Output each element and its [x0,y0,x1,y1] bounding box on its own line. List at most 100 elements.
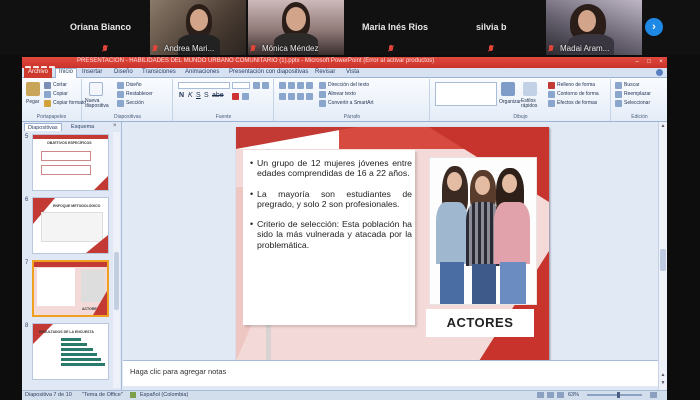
copy-button[interactable]: Copiar [53,91,68,97]
font-color-icon[interactable] [232,93,239,100]
tab-presentacion[interactable]: Presentación con diapositivas [229,69,308,75]
slide-heading: ACTORES [426,309,534,337]
mic-muted-icon [250,45,256,53]
align-left-icon[interactable] [279,93,286,100]
maximize-icon[interactable]: □ [644,58,654,66]
shape-fill-button[interactable]: Relleno de forma [557,82,595,88]
select-button[interactable]: Seleccionar [624,100,650,106]
numbering-icon[interactable] [288,82,295,89]
participant-video-tile[interactable]: Mónica Méndez [248,0,344,55]
reset-icon [117,91,124,98]
actors-photo[interactable] [429,157,537,305]
quick-access-toolbar[interactable] [25,59,65,72]
shape-effects-button[interactable]: Efectos de formas [557,100,597,106]
tab-diapositivas[interactable]: Diapositivas [24,123,62,131]
mic-muted-icon [488,45,494,53]
find-button[interactable]: Buscar [624,82,640,88]
chevron-right-icon[interactable]: › [645,18,663,36]
font-family-select[interactable] [178,82,230,89]
replace-button[interactable]: Reemplazar [624,91,651,97]
participant-tile[interactable]: silvia b [448,0,544,55]
spellcheck-icon[interactable] [130,392,136,398]
shapes-gallery[interactable] [435,82,497,106]
slide-number: 6 [25,197,29,203]
tab-insertar[interactable]: Insertar [82,69,102,75]
editor-scrollbar[interactable]: ▲ ▲ ▼ [658,122,667,390]
slide-sorter-icon[interactable] [547,392,554,398]
font-size-select[interactable] [232,82,250,89]
increase-indent-icon[interactable] [306,82,313,89]
new-slide-icon[interactable] [89,82,103,96]
strikethrough-icon[interactable]: abe [212,92,224,99]
text-direction-icon [319,82,326,89]
shadow-icon[interactable]: S [204,92,209,99]
case-icon[interactable] [242,93,249,100]
justify-icon[interactable] [306,93,313,100]
scroll-up-icon[interactable]: ▲ [660,123,666,129]
zoom-slider[interactable] [587,392,642,398]
decrease-indent-icon[interactable] [297,82,304,89]
format-painter-button[interactable]: Copiar formato [53,100,86,106]
tab-animaciones[interactable]: Animaciones [185,69,219,75]
quick-styles-icon[interactable] [523,82,537,96]
shape-outline-button[interactable]: Contorno de forma [557,91,599,97]
language[interactable]: Español (Colombia) [140,392,188,398]
grow-font-icon[interactable] [253,82,260,89]
tab-archivo[interactable]: Archivo [24,68,53,78]
align-center-icon[interactable] [288,93,295,100]
layout-button[interactable]: Diseño [126,82,142,88]
align-right-icon[interactable] [297,93,304,100]
group-label: Dibujo [513,114,528,120]
slide-canvas[interactable]: Un grupo de 12 mujeres jóvenes entre eda… [236,127,549,361]
participant-tile[interactable]: Oriana Bianco [40,0,148,55]
tab-esquema[interactable]: Esquema [68,123,97,131]
tab-transiciones[interactable]: Transiciones [142,69,176,75]
zoom-level[interactable]: 63% [568,392,579,398]
shrink-font-icon[interactable] [262,82,269,89]
underline-icon[interactable]: S [196,92,201,99]
select-icon [615,100,622,107]
participant-video-tile[interactable]: Andrea Mari... [150,0,246,55]
text-direction-button[interactable]: Dirección del texto [328,82,369,88]
close-icon[interactable]: × [656,58,666,66]
participant-video-tile[interactable]: Madai Aram... [546,0,642,55]
paste-icon[interactable] [26,82,40,96]
notes-pane[interactable]: Haga clic para agregar notas [123,360,658,386]
align-text-button[interactable]: Alinear texto [328,91,356,97]
normal-view-icon[interactable] [537,392,544,398]
paste-button[interactable]: Pegar [26,99,39,105]
close-icon[interactable]: × [113,123,117,129]
quick-styles-button[interactable]: Estilos rápidos [521,99,543,109]
help-icon[interactable] [656,69,663,76]
arrange-button[interactable]: Organizar [499,99,521,105]
thumbnail-preview: ACTORES [32,260,109,317]
reading-view-icon[interactable] [557,392,564,398]
section-button[interactable]: Sección [126,100,144,106]
align-text-icon [319,91,326,98]
slide-number: 5 [25,134,29,140]
arrange-icon[interactable] [501,82,515,96]
scroll-thumb[interactable] [660,249,666,271]
scroll-thumb[interactable] [114,252,119,310]
mic-muted-icon [548,45,554,53]
cut-button[interactable]: Cortar [53,82,67,88]
tab-vista[interactable]: Vista [346,69,359,75]
group-label: Portapapeles [36,114,67,120]
minimize-icon[interactable]: – [632,58,642,66]
reset-button[interactable]: Restablecer [126,91,153,97]
tab-inicio[interactable]: Inicio [55,68,78,78]
bullets-icon[interactable] [279,82,286,89]
next-slide-icon[interactable]: ▼ [660,380,666,386]
title-bar: PRESENTACIÓN - HABILIDADES DEL MUNDO URB… [22,57,667,72]
previous-slide-icon[interactable]: ▲ [660,372,666,378]
new-slide-button[interactable]: Nueva diapositiva [85,99,111,109]
italic-icon[interactable]: K [188,92,193,99]
smartart-button[interactable]: Convertir a SmartArt [328,100,374,106]
pane-scrollbar[interactable] [113,132,120,388]
bullet-textbox[interactable]: Un grupo de 12 mujeres jóvenes entre eda… [243,150,415,325]
tab-diseno[interactable]: Diseño [114,69,133,75]
fit-window-icon[interactable] [650,392,657,398]
tab-revisar[interactable]: Revisar [315,69,335,75]
participant-tile[interactable]: Maria Inés Rios [346,0,446,55]
bold-icon[interactable]: N [179,92,184,99]
